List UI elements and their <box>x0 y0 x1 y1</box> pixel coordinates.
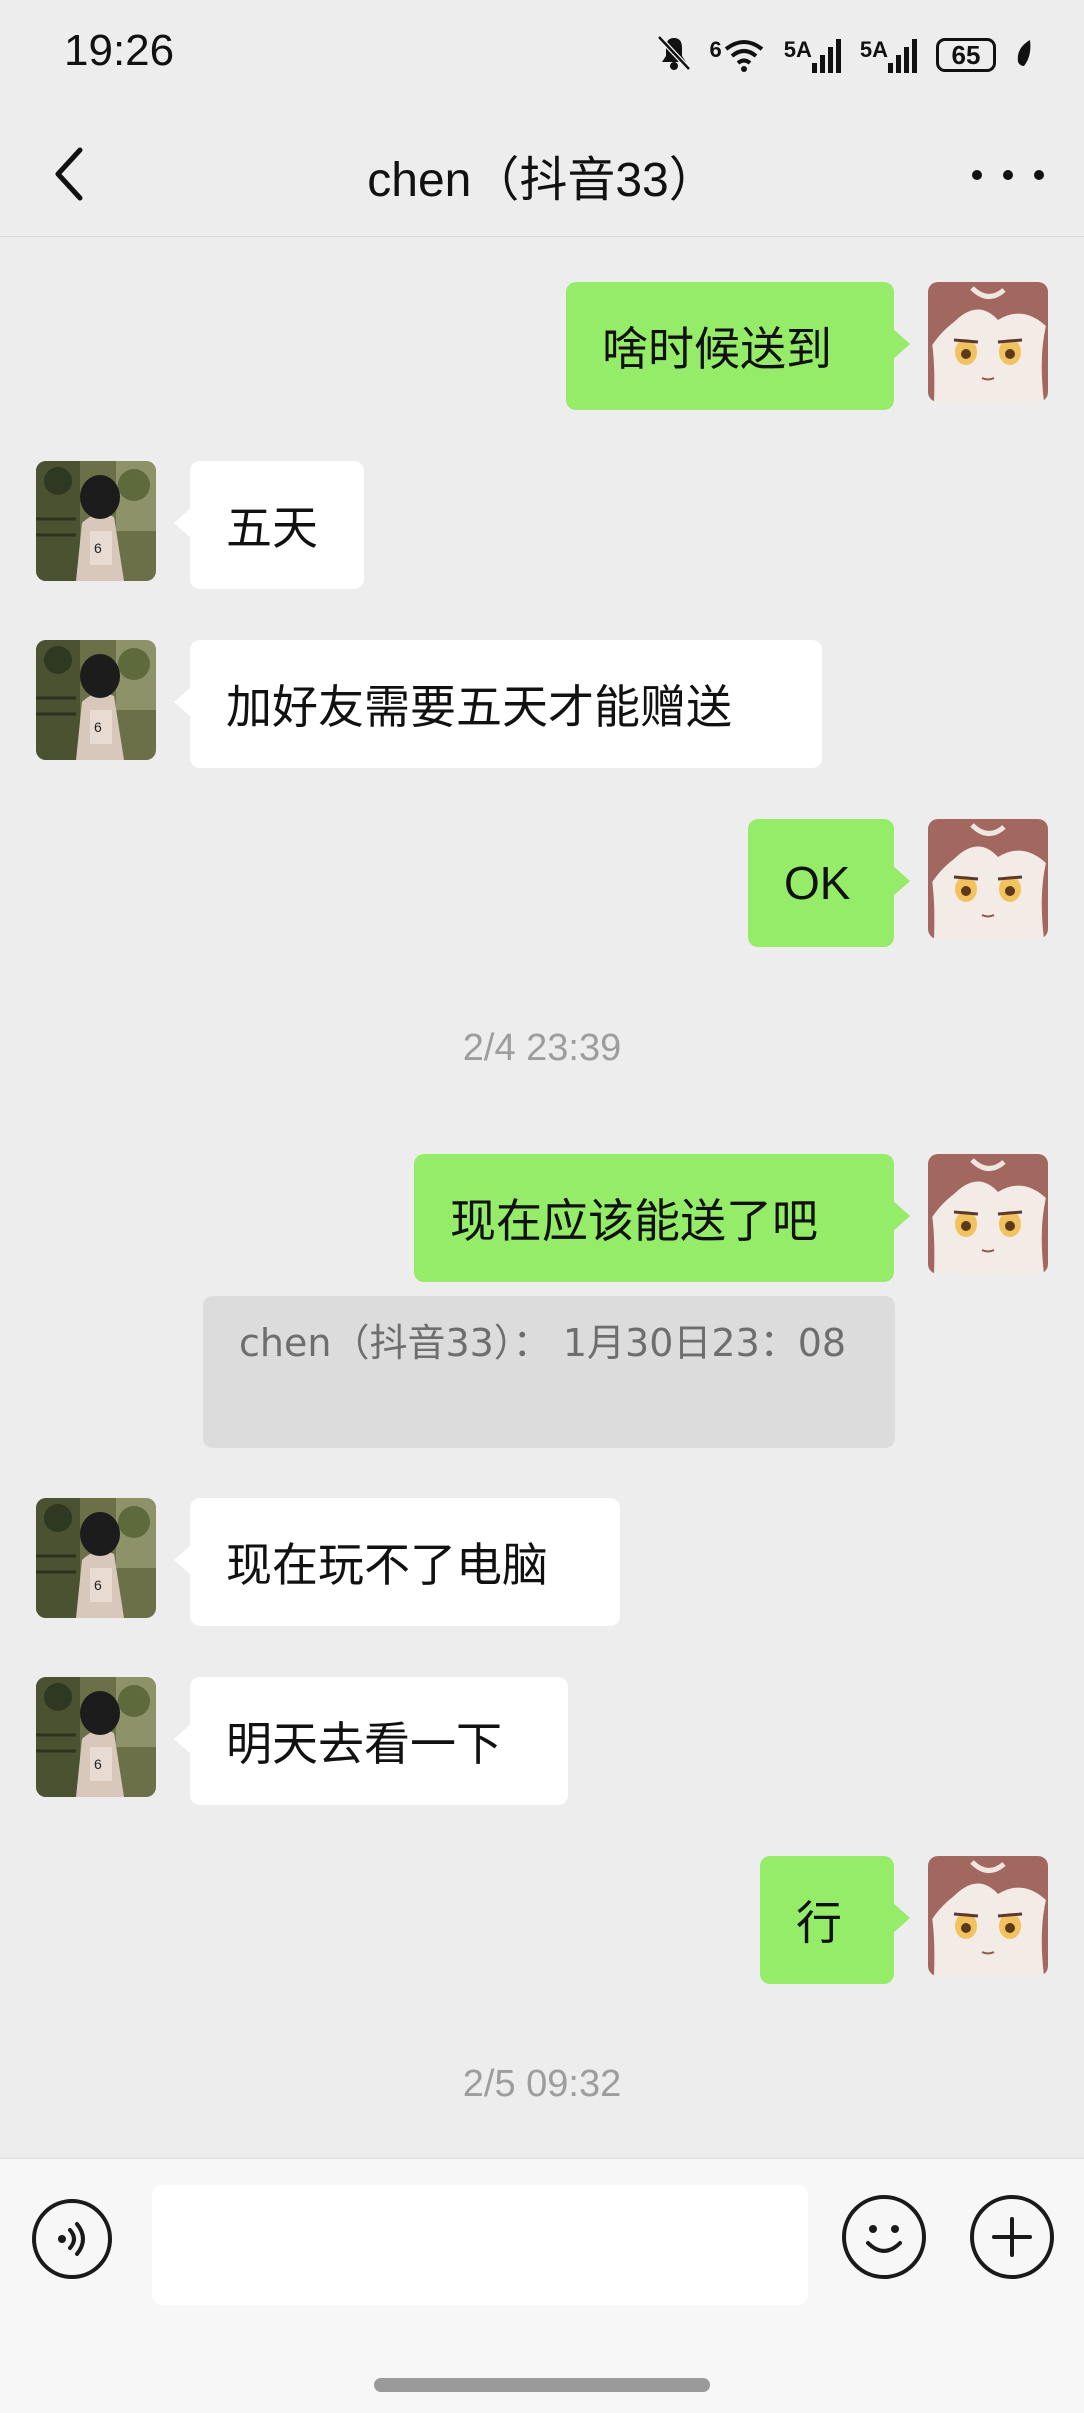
more-dots-icon[interactable] <box>972 150 1044 200</box>
my-avatar[interactable] <box>928 1154 1048 1274</box>
quoted-message[interactable]: chen（抖音33）： 1月30日23：08 <box>203 1296 895 1448</box>
contact-avatar[interactable] <box>36 1498 156 1618</box>
input-bar <box>0 2158 1084 2413</box>
contact-avatar[interactable] <box>36 640 156 760</box>
my-message-bubble[interactable]: 啥时候送到 <box>566 282 910 410</box>
my-message-bubble[interactable]: 行 <box>760 1856 910 1984</box>
battery-icon: 65 <box>936 38 996 72</box>
signal-5a-icon: 5A <box>860 37 918 73</box>
contact-avatar[interactable] <box>36 461 156 581</box>
emoji-icon[interactable] <box>842 2195 926 2279</box>
network-label-5a: 5A <box>859 37 888 62</box>
status-bar: 19:26 6 5A 5A 65 <box>0 0 1084 110</box>
message-text: 现在玩不了电脑 <box>226 1538 548 1592</box>
bell-off-icon <box>656 34 692 76</box>
plus-icon[interactable] <box>970 2195 1054 2279</box>
home-indicator[interactable] <box>374 2378 710 2392</box>
message-list[interactable]: 啥时候送到 五天 加好友需要五天才能赠送 OK 2/4 23:39 现在应该能送… <box>0 237 1084 2157</box>
contact-message-bubble[interactable]: 五天 <box>174 461 364 589</box>
wifi-icon: 6 <box>710 37 766 73</box>
message-text: 行 <box>796 1896 842 1950</box>
signal-5a-icon: 5A <box>784 37 842 73</box>
voice-icon[interactable] <box>32 2199 112 2279</box>
message-text: 明天去看一下 <box>226 1717 502 1771</box>
contact-message-bubble[interactable]: 加好友需要五天才能赠送 <box>174 640 822 768</box>
my-message-bubble[interactable]: 现在应该能送了吧 <box>414 1154 910 1282</box>
message-input[interactable] <box>152 2185 808 2305</box>
message-text: 加好友需要五天才能赠送 <box>226 680 732 734</box>
my-avatar[interactable] <box>928 819 1048 939</box>
status-icons: 6 5A 5A 65 <box>656 30 1035 80</box>
my-message-bubble[interactable]: OK <box>748 819 910 947</box>
message-text: 啥时候送到 <box>602 322 832 376</box>
my-avatar[interactable] <box>928 1856 1048 1976</box>
time-divider: 2/5 09:32 <box>462 2063 622 2105</box>
status-time: 19:26 <box>64 26 175 75</box>
message-text: OK <box>784 857 851 909</box>
my-avatar[interactable] <box>928 282 1048 402</box>
contact-message-bubble[interactable]: 明天去看一下 <box>174 1677 568 1805</box>
leaf-icon <box>1014 38 1034 72</box>
message-text: 现在应该能送了吧 <box>450 1194 818 1248</box>
message-text: 五天 <box>226 501 318 555</box>
chat-header: chen（抖音33） <box>0 110 1084 237</box>
contact-avatar[interactable] <box>36 1677 156 1797</box>
network-label-5a: 5A <box>783 37 812 62</box>
chat-title: chen（抖音33） <box>367 154 717 207</box>
time-divider: 2/4 23:39 <box>462 1027 622 1069</box>
network-label-6: 6 <box>709 37 722 62</box>
contact-message-bubble[interactable]: 现在玩不了电脑 <box>174 1498 620 1626</box>
